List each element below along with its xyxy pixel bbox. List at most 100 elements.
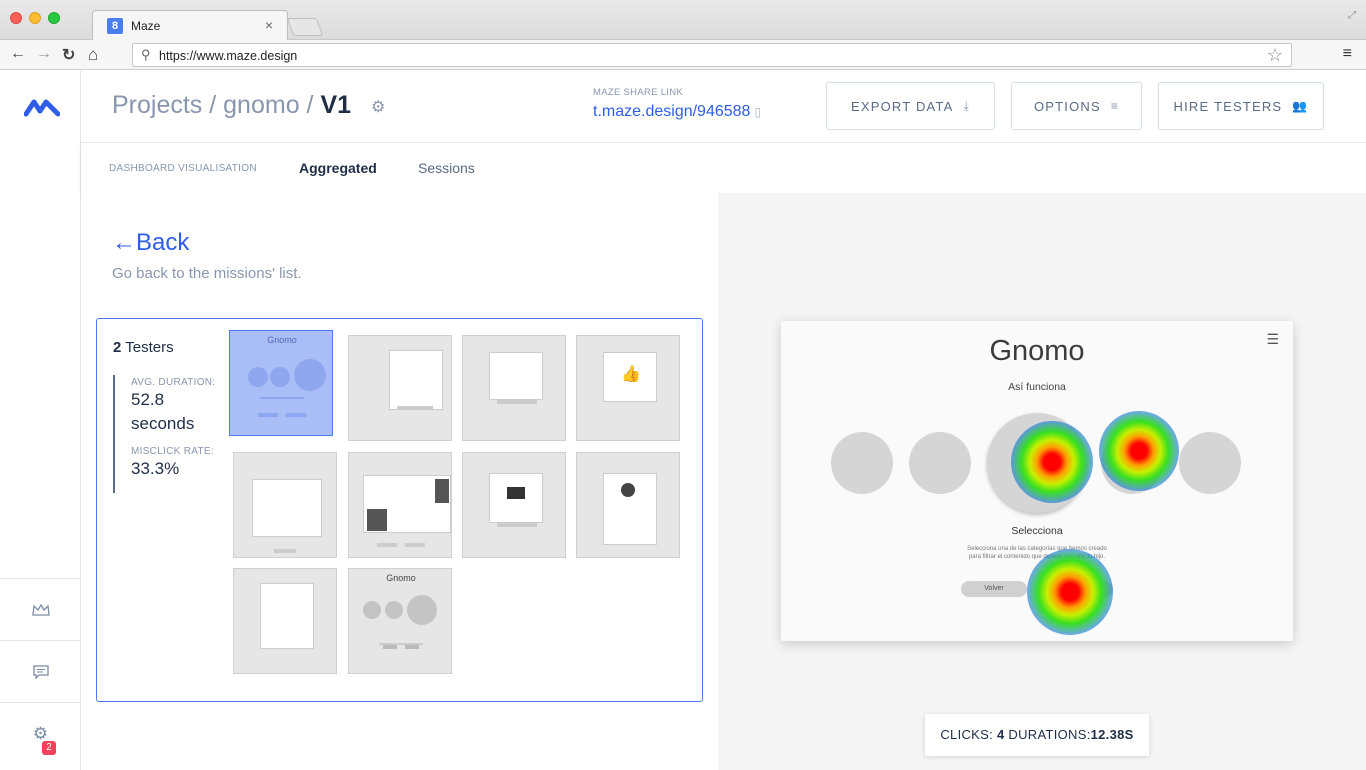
maximize-window-button[interactable] xyxy=(48,12,60,24)
tab-title: Maze xyxy=(131,19,161,33)
clicks-label: CLICKS: xyxy=(940,727,994,742)
screen-thumbnail-6[interactable] xyxy=(348,452,452,558)
avg-duration-value: 52.8 seconds xyxy=(131,388,215,436)
prototype-back-button: Volver xyxy=(961,581,1027,597)
screen-thumbnail-9[interactable] xyxy=(233,568,337,674)
bookmark-star-icon[interactable]: ☆ xyxy=(1267,45,1283,66)
screen-thumbnail-2[interactable] xyxy=(348,335,452,441)
hamburger-icon: ☰ xyxy=(1266,331,1279,347)
browser-toolbar: ← → ↻ ⌂ ⚲ https://www.maze.design ☆ ≡ xyxy=(0,40,1366,70)
maze-app: ⚙ 2 Projects / gnomo / V1 ⚙ MAZE SHARE L… xyxy=(0,71,1366,770)
page-header: Projects / gnomo / V1 ⚙ MAZE SHARE LINK … xyxy=(81,71,1366,143)
back-link[interactable]: ←Back xyxy=(112,229,189,257)
avg-duration-number: 52.8 xyxy=(131,390,165,409)
thumb-title: Gnomo xyxy=(386,573,416,583)
pane-resize-handle[interactable] xyxy=(703,542,715,562)
minimize-window-button[interactable] xyxy=(29,12,41,24)
crown-icon xyxy=(31,603,50,616)
missions-pane: ←Back Go back to the missions' list. 2 T… xyxy=(81,193,718,770)
menu-lines-icon: ≡ xyxy=(1110,99,1120,113)
fullscreen-icon[interactable]: ⤢ xyxy=(1348,10,1356,21)
forward-nav-icon[interactable]: → xyxy=(36,45,52,63)
screen-thumbnail-3[interactable] xyxy=(462,335,566,441)
thumbs-up-icon: 👍 xyxy=(621,366,641,383)
export-data-button[interactable]: EXPORT DATA ⤓ xyxy=(826,82,995,130)
breadcrumb-projects[interactable]: Projects xyxy=(112,91,202,119)
back-subtitle: Go back to the missions' list. xyxy=(112,265,302,282)
heatmap-spot xyxy=(1099,411,1179,491)
screen-thumbnail-10[interactable]: Gnomo xyxy=(348,568,452,674)
screen-thumbnail-1[interactable]: Gnomo xyxy=(229,330,333,436)
back-nav-icon[interactable]: ← xyxy=(10,45,26,63)
breadcrumb: Projects / gnomo / V1 xyxy=(112,91,351,120)
copy-icon[interactable]: ▯ xyxy=(754,105,761,119)
heatmap-spot xyxy=(1027,549,1113,635)
screen-thumbnail-4[interactable]: 👍 xyxy=(576,335,680,441)
browser-titlebar: 8 Maze × ⤢ xyxy=(0,0,1366,40)
screen-thumbnail-8[interactable] xyxy=(576,452,680,558)
subnav-label: DASHBOARD VISUALISATION xyxy=(109,163,257,174)
thumb-dark-tile xyxy=(367,509,387,531)
breadcrumb-separator: / xyxy=(299,91,321,119)
browser-tab[interactable]: 8 Maze × xyxy=(92,10,288,40)
options-label: OPTIONS xyxy=(1033,98,1101,114)
id-card-icon xyxy=(507,487,525,499)
prototype-screen: Gnomo Así funciona ☰ Selecciona Seleccio… xyxy=(781,321,1293,641)
home-icon[interactable]: ⌂ xyxy=(88,45,98,65)
breadcrumb-separator: / xyxy=(202,91,224,119)
misclick-rate-label: MISCLICK RATE: xyxy=(131,446,214,457)
notification-badge: 2 xyxy=(42,741,56,755)
prototype-title: Gnomo xyxy=(989,335,1085,367)
tab-sessions[interactable]: Sessions xyxy=(418,160,475,176)
prototype-select-title: Selecciona xyxy=(1011,525,1063,537)
reload-icon[interactable]: ↻ xyxy=(62,45,75,65)
clicks-summary: CLICKS: 4 DURATIONS:12.38S xyxy=(925,714,1149,756)
sidebar-item-upgrade[interactable] xyxy=(0,578,81,640)
tab-close-icon[interactable]: × xyxy=(265,17,273,33)
export-data-label: EXPORT DATA xyxy=(850,98,954,114)
mission-panel: 2 Testers AVG. DURATION: 52.8 seconds MI… xyxy=(96,318,703,702)
durations-label: DURATIONS: xyxy=(1008,727,1091,742)
chat-icon xyxy=(32,664,49,679)
version-settings-icon[interactable]: ⚙ xyxy=(371,97,385,117)
clicks-value: 4 xyxy=(996,727,1005,742)
screen-thumbnail-7[interactable] xyxy=(462,452,566,558)
options-button[interactable]: OPTIONS ≡ xyxy=(1011,82,1142,130)
maze-logo-icon[interactable] xyxy=(24,97,60,117)
category-circle xyxy=(909,432,971,494)
hire-testers-label: HIRE TESTERS xyxy=(1173,98,1283,114)
maze-favicon-icon: 8 xyxy=(107,18,123,34)
search-icon: ⚲ xyxy=(141,47,151,62)
breadcrumb-version: V1 xyxy=(320,91,352,119)
testers-count: 2 Testers xyxy=(113,339,174,356)
browser-menu-icon[interactable]: ≡ xyxy=(1343,45,1352,63)
avg-duration-unit: seconds xyxy=(131,414,195,433)
thumb-dark-tile xyxy=(435,479,449,503)
back-label: Back xyxy=(136,229,190,256)
avg-duration-label: AVG. DURATION: xyxy=(131,377,216,388)
screen-thumbnail-5[interactable] xyxy=(233,452,337,558)
sidebar: ⚙ 2 xyxy=(0,71,81,770)
misclick-rate-value: 33.3% xyxy=(131,459,180,478)
share-link-label: MAZE SHARE LINK xyxy=(593,87,684,98)
durations-value: 12.38S xyxy=(1090,727,1134,742)
heatmap-spot xyxy=(1011,421,1093,503)
sidebar-item-settings[interactable]: ⚙ 2 xyxy=(0,702,81,764)
new-tab-button[interactable] xyxy=(286,18,324,36)
breadcrumb-project[interactable]: gnomo xyxy=(223,91,299,119)
close-window-button[interactable] xyxy=(10,12,22,24)
stats-block: AVG. DURATION: 52.8 seconds MISCLICK RAT… xyxy=(113,375,215,493)
hire-testers-button[interactable]: HIRE TESTERS 👥 xyxy=(1158,82,1324,130)
testers-number: 2 xyxy=(113,339,122,356)
thumb-title: Gnomo xyxy=(267,335,297,345)
prototype-subtitle: Así funciona xyxy=(1008,381,1066,393)
address-bar[interactable]: ⚲ https://www.maze.design ☆ xyxy=(132,43,1292,67)
download-icon: ⤓ xyxy=(963,98,971,113)
category-circle xyxy=(831,432,893,494)
share-link[interactable]: t.maze.design/946588 ▯ xyxy=(593,103,761,121)
share-link-url[interactable]: t.maze.design/946588 xyxy=(593,103,750,120)
back-arrow-icon: ← xyxy=(112,229,136,256)
dashboard-subnav: DASHBOARD VISUALISATION Aggregated Sessi… xyxy=(81,143,1366,193)
tab-aggregated[interactable]: Aggregated xyxy=(299,160,377,176)
sidebar-item-feedback[interactable] xyxy=(0,640,81,702)
